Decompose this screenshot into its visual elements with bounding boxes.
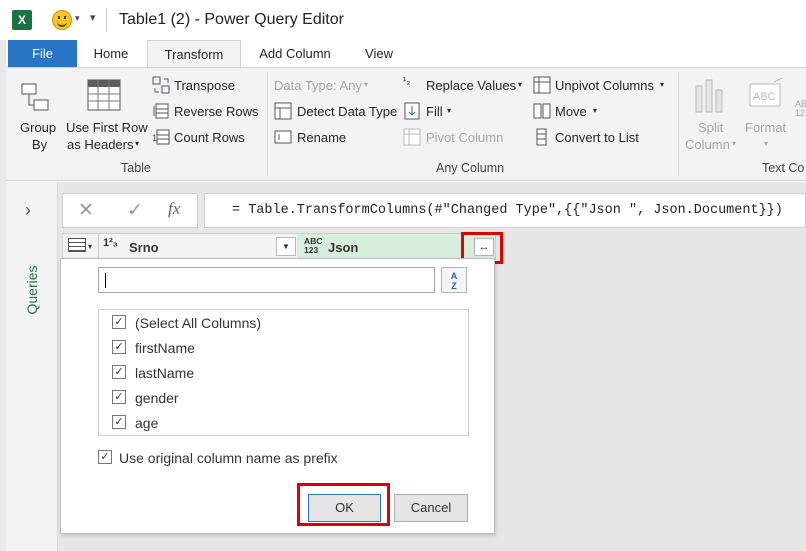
ribbon-separator [267,72,268,176]
smiley-dropdown-arrow-icon[interactable]: ▾ [75,13,80,24]
json-type-icon-bottom: 123 [304,245,319,255]
insert-function-icon[interactable]: fx [168,199,180,219]
tab-home[interactable]: Home [83,40,139,68]
fill-label: Fill [426,104,443,119]
transpose-label: Transpose [174,78,235,93]
split-column-icon [695,79,723,113]
cancel-button[interactable]: Cancel [394,494,468,522]
fill-down-icon [404,102,420,120]
table-group-label: Table [121,161,151,175]
quick-access-toolbar-more-icon[interactable]: ▾ [90,11,96,24]
detect-data-type-label: Detect Data Type [297,104,398,119]
header-separator [98,233,99,260]
srno-type-icon[interactable]: 1²₃ [103,237,118,249]
count-rows-icon: 1 [152,129,170,145]
highlight-box-ok [297,483,390,526]
checkbox-label-lastname[interactable]: lastName [135,365,194,381]
rename-icon [274,130,292,144]
commit-formula-icon[interactable]: ✓ [127,199,143,222]
extract-icon-partial[interactable]: ABC12 [795,100,806,118]
ribbon-separator [678,72,679,176]
sort-icon-z: Z [451,281,457,291]
unpivot-columns-dropdown-icon[interactable]: ▾ [660,80,664,89]
any-column-group-label: Any Column [436,161,505,175]
data-type-label: Data Type: Any [274,78,362,93]
group-by-icon [21,83,49,111]
use-first-row-as-headers-icon [87,79,121,111]
fill-dropdown-icon[interactable]: ▾ [447,106,451,115]
queries-pane [6,182,58,551]
json-type-icon[interactable]: ABC 123 [304,237,322,255]
srno-filter-dropdown-icon[interactable]: ▼ [276,237,296,256]
checkbox-label-age[interactable]: age [135,415,158,431]
count-rows-label: Count Rows [174,130,245,145]
use-first-row-label-1: Use First Row [66,120,148,135]
tab-add-column[interactable]: Add Column [247,40,343,68]
split-column-label-2: Column [685,137,730,152]
cancel-formula-icon[interactable]: ✕ [78,199,94,222]
convert-to-list-label: Convert to List [555,130,639,145]
group-by-label-2: By [32,137,48,152]
pivot-column-icon [403,128,421,146]
format-dropdown-icon: ▾ [764,139,769,148]
detect-data-type-icon [274,102,292,120]
replace-values-icon: ¹₂ [403,76,411,87]
checkbox-use-prefix[interactable]: ✓ [98,450,112,464]
format-label: Format [745,120,787,135]
replace-values-label: Replace Values [426,78,517,93]
tab-transform[interactable]: Transform [147,40,241,69]
rename-label: Rename [297,130,347,145]
reverse-rows-icon [153,103,169,119]
convert-to-list-icon [536,128,547,146]
excel-app-icon: X [12,10,32,30]
split-column-dropdown-icon: ▾ [732,139,737,148]
checkbox-select-all[interactable]: ✓ [112,315,126,329]
json-column-label: Json [328,240,359,255]
checkbox-label-gender[interactable]: gender [135,390,179,406]
formula-bar-input[interactable]: = Table.TransformColumns(#"Changed Type"… [204,193,806,228]
sort-az-icon[interactable]: A Z [441,267,467,293]
use-first-row-dropdown-icon[interactable]: ▾ [135,139,139,148]
window-title: Table1 (2) - Power Query Editor [119,11,344,28]
srno-column-header[interactable]: Srno [129,240,159,255]
sort-icon-a: A [450,271,458,281]
replace-values-dropdown-icon[interactable]: ▾ [518,80,522,89]
checkbox-label-select-all[interactable]: (Select All Columns) [135,315,261,331]
checkbox-lastname[interactable]: ✓ [112,365,126,379]
unpivot-columns-icon [533,76,551,94]
title-separator [106,8,107,32]
feedback-smiley-icon[interactable] [52,10,72,30]
text-column-group-label: Text Co [762,161,805,175]
column-search-input[interactable] [98,267,435,293]
group-by-label-1: Group [20,120,57,135]
checkbox-label-firstname[interactable]: firstName [135,340,195,356]
move-icon [533,103,551,119]
split-column-label-1: Split [698,120,724,135]
queries-pane-label[interactable]: Queries [2,265,62,314]
data-type-dropdown-icon: ▾ [364,80,369,89]
checkbox-firstname[interactable]: ✓ [112,340,126,354]
transpose-icon [152,76,170,94]
use-prefix-label[interactable]: Use original column name as prefix [119,450,338,466]
pivot-column-label: Pivot Column [426,130,504,145]
tab-view[interactable]: View [353,40,405,68]
use-first-row-label-2: as Headers [67,137,134,152]
reverse-rows-label: Reverse Rows [174,104,259,119]
move-dropdown-icon[interactable]: ▾ [593,106,597,115]
checkbox-age[interactable]: ✓ [112,415,126,429]
table-menu-dropdown-icon[interactable]: ▾ [88,242,92,251]
tab-file[interactable]: File [8,40,77,68]
svg-text:1: 1 [152,133,157,143]
checkbox-gender[interactable]: ✓ [112,390,126,404]
unpivot-columns-label: Unpivot Columns [555,78,654,93]
format-icon: ABC [749,78,783,107]
move-label: Move [555,104,587,119]
svg-text:ABC: ABC [753,91,776,103]
expand-queries-chevron-icon[interactable]: › [25,200,31,221]
table-menu-icon[interactable] [68,238,86,252]
